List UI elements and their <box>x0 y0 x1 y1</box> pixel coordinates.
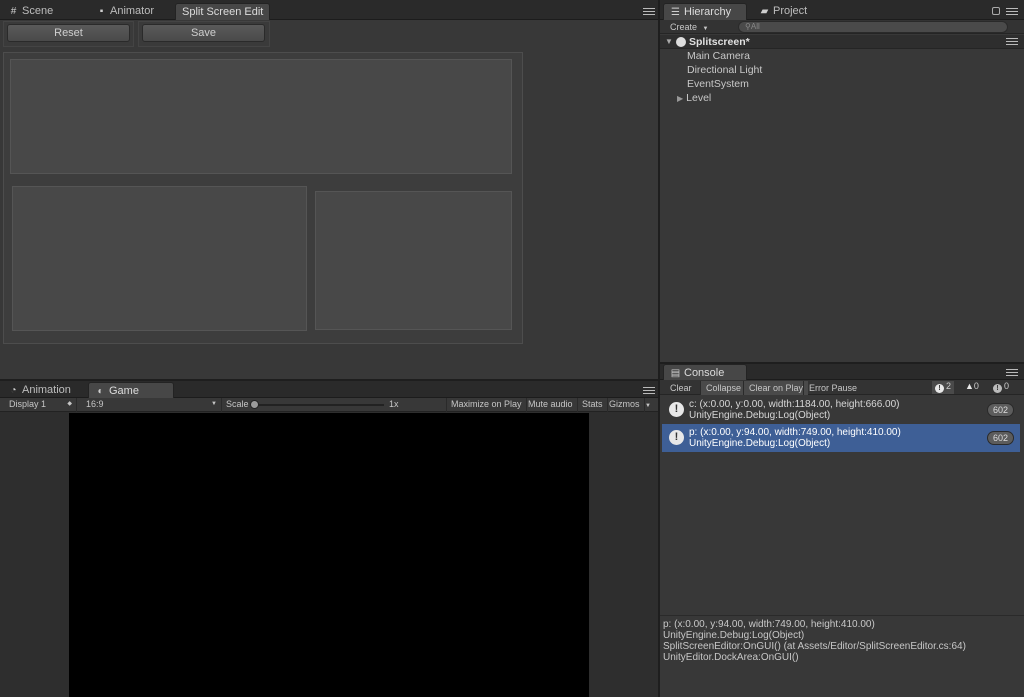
split-rect-bottom-left[interactable] <box>12 186 307 331</box>
hierarchy-search-input[interactable]: ⚲All <box>738 21 1008 33</box>
save-button[interactable]: Save <box>142 24 265 42</box>
game-view[interactable] <box>69 413 589 697</box>
chevron-down-icon: ▼ <box>645 403 651 409</box>
detail-line: SplitScreenEditor:OnGUI() (at Assets/Edi… <box>663 641 966 652</box>
hierarchy-item-level[interactable]: ▶ Level <box>677 91 711 105</box>
stats-toggle[interactable]: Stats <box>578 398 608 412</box>
scale-slider-handle[interactable] <box>250 400 259 409</box>
hierarchy-menu-icon[interactable] <box>1006 8 1018 16</box>
panel-menu-icon[interactable] <box>643 8 655 16</box>
tab-hierarchy[interactable]: ☰ Hierarchy <box>663 3 747 20</box>
mute-audio-toggle[interactable]: Mute audio <box>524 398 578 412</box>
gizmos-dropdown-arrow[interactable]: ▼ <box>641 398 655 412</box>
split-rect-top[interactable] <box>10 59 512 174</box>
expand-down-icon: ▼ <box>665 37 673 46</box>
expand-right-icon[interactable]: ▶ <box>677 94 683 103</box>
game-panel: ◔ Animation ◐ Game Display 1 ◆ 16:9 ▼ Scal… <box>0 381 658 697</box>
detail-line: p: (x:0.00, y:94.00, width:749.00, heigh… <box>663 619 875 630</box>
tab-game[interactable]: ◐ Game <box>88 382 174 399</box>
reset-button[interactable]: Reset <box>7 24 130 42</box>
hierarchy-panel: ☰ Hierarchy ▰ Project Create ▼ ⚲All ▼ Spli… <box>660 0 1024 362</box>
aspect-dropdown[interactable]: 16:9 ▼ <box>82 398 222 412</box>
split-rect-bottom-right[interactable] <box>315 191 512 330</box>
clear-button[interactable]: Clear <box>665 381 697 395</box>
info-icon: ! <box>669 402 684 417</box>
split-screen-edit-panel: # Scene ▪ Animator Split Screen Edit Reset… <box>0 0 658 379</box>
scale-value: 1x <box>389 399 399 409</box>
folder-icon: ▰ <box>760 6 769 17</box>
tab-project[interactable]: ▰ Project <box>753 3 813 20</box>
console-entry[interactable]: ! c: (x:0.00, y:0.00, width:1184.00, hei… <box>662 396 1020 424</box>
collapse-toggle[interactable]: Collapse <box>700 381 747 395</box>
tab-animation[interactable]: ◔ Animation <box>2 382 77 399</box>
console-tabbar: ▤ Console <box>660 364 1024 381</box>
console-menu-icon[interactable] <box>1006 369 1018 377</box>
gizmos-toggle[interactable]: Gizmos <box>605 398 645 412</box>
unity-logo-icon <box>676 37 686 47</box>
animator-icon: ▪ <box>99 6 104 17</box>
tab-scene[interactable]: # Scene <box>2 3 59 20</box>
scale-label: Scale <box>226 399 249 409</box>
collapse-count-badge: 602 <box>986 403 1014 417</box>
error-count-toggle[interactable]: ! 0 <box>990 381 1012 394</box>
updown-icon: ◆ <box>67 401 72 407</box>
tab-split-screen-edit[interactable]: Split Screen Edit <box>175 3 271 20</box>
console-panel: ▤ Console Clear Collapse Clear on Play Er… <box>660 364 1024 697</box>
info-count-toggle[interactable]: ! 2 <box>932 381 955 394</box>
chevron-down-icon: ▼ <box>702 26 709 32</box>
warning-icon: ▲ <box>965 381 974 391</box>
hierarchy-toolbar: Create ▼ ⚲All <box>660 20 1024 34</box>
collapse-count-badge: 602 <box>986 431 1014 445</box>
scale-slider-track[interactable] <box>254 404 384 406</box>
list-icon: ☰ <box>671 7 680 18</box>
maximize-on-play-toggle[interactable]: Maximize on Play <box>446 398 527 412</box>
hierarchy-item-directional-light[interactable]: Directional Light <box>687 63 762 77</box>
tab-animator[interactable]: ▪ Animator <box>90 3 160 20</box>
game-menu-icon[interactable] <box>643 387 655 395</box>
create-dropdown[interactable]: Create ▼ <box>665 20 713 34</box>
error-pause-toggle[interactable]: Error Pause <box>803 381 862 395</box>
tab-console[interactable]: ▤ Console <box>663 364 747 381</box>
split-editor-tabbar: # Scene ▪ Animator Split Screen Edit <box>0 0 658 20</box>
error-icon: ! <box>993 384 1002 393</box>
hierarchy-tabbar: ☰ Hierarchy ▰ Project <box>660 0 1024 20</box>
chevron-down-icon: ▼ <box>211 401 217 407</box>
detail-line: UnityEngine.Debug:Log(Object) <box>663 630 805 641</box>
animation-icon: ◔ <box>10 385 17 396</box>
scene-row[interactable]: ▼ Splitscreen* <box>660 35 1024 49</box>
console-toolbar: Clear Collapse Clear on Play Error Pause… <box>660 380 1024 395</box>
game-tabbar: ◔ Animation ◐ Game <box>0 381 658 399</box>
info-icon: ! <box>669 430 684 445</box>
hierarchy-item-eventsystem[interactable]: EventSystem <box>687 77 749 91</box>
console-entry-selected[interactable]: ! p: (x:0.00, y:94.00, width:749.00, hei… <box>662 424 1020 452</box>
display-dropdown[interactable]: Display 1 ◆ <box>5 398 77 412</box>
warning-count-toggle[interactable]: ▲0 <box>962 381 982 394</box>
grid-icon: # <box>10 6 17 17</box>
scene-menu-icon[interactable] <box>1006 38 1018 46</box>
lock-icon[interactable] <box>992 7 1000 15</box>
console-splitter[interactable] <box>660 615 1024 616</box>
clear-on-play-toggle[interactable]: Clear on Play <box>743 381 809 395</box>
hierarchy-item-main-camera[interactable]: Main Camera <box>687 49 750 63</box>
detail-line: UnityEditor.DockArea:OnGUI() <box>663 652 799 663</box>
info-icon: ! <box>935 384 944 393</box>
